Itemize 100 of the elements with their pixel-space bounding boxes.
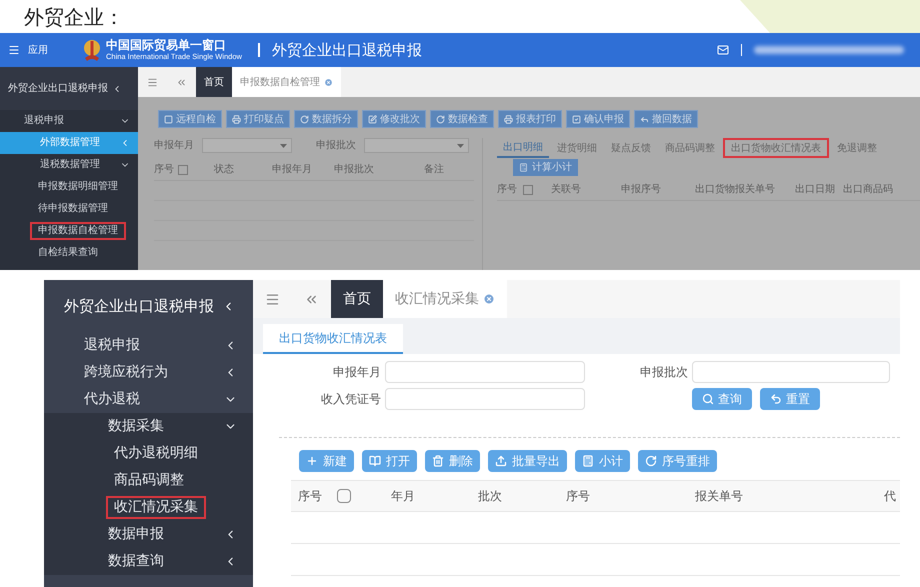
refresh-icon bbox=[300, 114, 309, 124]
dropdown-caret-icon bbox=[457, 144, 464, 148]
toolbar-button[interactable]: 修改批次 bbox=[362, 110, 426, 128]
sidebar-item[interactable]: 商品码调整 bbox=[44, 467, 253, 494]
calculator-icon bbox=[519, 163, 528, 172]
toolbar-button[interactable]: 打开 bbox=[362, 450, 417, 472]
tab[interactable]: 进货明细 bbox=[551, 138, 603, 158]
select-field[interactable] bbox=[364, 138, 469, 153]
close-icon[interactable] bbox=[324, 78, 333, 86]
book-icon bbox=[369, 455, 381, 467]
column-header: 申报批次 bbox=[334, 162, 375, 177]
column-header: 状态 bbox=[214, 162, 235, 177]
sidebar-item[interactable]: 退税数据管理 bbox=[0, 154, 138, 176]
toolbar-button[interactable]: 批量导出 bbox=[488, 450, 567, 472]
toolbar-button[interactable]: 报表打印 bbox=[498, 110, 562, 128]
action-button[interactable]: 查询 bbox=[692, 388, 752, 410]
sidebar-item[interactable]: 退税申报 bbox=[44, 332, 253, 359]
column-header: 序号 bbox=[154, 162, 175, 177]
plus-icon bbox=[306, 455, 318, 467]
sidebar-item[interactable]: 申报数据明细管理 bbox=[0, 176, 138, 198]
sidebar-item[interactable]: 收汇情况采集 bbox=[44, 494, 253, 521]
toolbar-button[interactable]: 撤回数据 bbox=[634, 110, 698, 128]
column-header: 申报年月 bbox=[272, 162, 313, 177]
tab[interactable]: 首页 bbox=[196, 67, 232, 97]
calculator-icon bbox=[582, 455, 594, 467]
tab[interactable]: 商品码调整 bbox=[659, 138, 721, 158]
undo-arrow-icon bbox=[770, 393, 782, 405]
refresh-icon bbox=[645, 455, 657, 467]
sidebar-title: 外贸企业出口退税申报 bbox=[64, 296, 214, 317]
dropdown-caret-icon bbox=[280, 144, 287, 148]
filter-label: 申报年月 bbox=[154, 138, 194, 153]
column-header: 出口货物报关单号 bbox=[695, 182, 776, 197]
printer-icon bbox=[232, 114, 241, 124]
checkbox[interactable] bbox=[178, 164, 188, 174]
field-label: 申报批次 bbox=[639, 364, 689, 381]
close-icon[interactable] bbox=[483, 293, 495, 305]
column-header: 出口日期 bbox=[795, 182, 836, 197]
column-header: 序号 bbox=[566, 488, 591, 505]
toolbar-button[interactable]: 打印疑点 bbox=[226, 110, 290, 128]
sidebar-item[interactable]: 待申报数据管理 bbox=[0, 198, 138, 220]
checkbox[interactable] bbox=[523, 184, 533, 194]
checkbox[interactable] bbox=[337, 489, 351, 503]
sidebar-item[interactable]: 外部数据管理 bbox=[0, 132, 138, 154]
column-header: 报关单号 bbox=[695, 488, 744, 505]
toolbar-button[interactable]: 数据拆分 bbox=[294, 110, 358, 128]
subtotal-button[interactable]: 计算小计 bbox=[513, 159, 578, 176]
sidebar-item[interactable]: 代办退税 bbox=[44, 386, 253, 413]
search-icon bbox=[702, 393, 714, 405]
sidebar-item[interactable]: 跨境应税行为 bbox=[44, 359, 253, 386]
column-header: 代 bbox=[884, 488, 896, 505]
input-field[interactable] bbox=[385, 361, 585, 383]
toolbar-button[interactable]: 新建 bbox=[299, 450, 354, 472]
toolbar-button[interactable]: 确认申报 bbox=[566, 110, 630, 128]
filter-label: 申报批次 bbox=[316, 138, 356, 153]
select-field[interactable] bbox=[202, 138, 292, 153]
tab[interactable]: 疑点反馈 bbox=[605, 138, 657, 158]
upload-icon bbox=[495, 455, 507, 467]
trash-icon bbox=[432, 455, 444, 467]
sidebar-item[interactable]: 数据申报 bbox=[44, 521, 253, 548]
printer-icon bbox=[504, 114, 513, 124]
sidebar-item[interactable]: 自检结果查询 bbox=[0, 242, 138, 264]
sidebar-item[interactable]: 数据采集 bbox=[44, 413, 253, 440]
column-header: 批次 bbox=[478, 488, 503, 505]
toolbar-button[interactable]: 序号重排 bbox=[638, 450, 717, 472]
tab[interactable]: 收汇情况采集 bbox=[383, 280, 507, 318]
emblem-logo-icon bbox=[82, 38, 102, 62]
tab[interactable]: 免退调整 bbox=[831, 138, 883, 158]
sidebar-item[interactable]: 数据查询 bbox=[44, 548, 253, 575]
column-header: 关联号 bbox=[551, 182, 582, 197]
column-header: 序号 bbox=[297, 488, 323, 505]
sidebar-title: 外贸企业出口退税申报 bbox=[8, 82, 108, 96]
column-header: 序号 bbox=[497, 182, 518, 197]
edit-icon bbox=[368, 114, 377, 124]
input-field[interactable] bbox=[692, 361, 890, 383]
toolbar-button[interactable]: 删除 bbox=[425, 450, 480, 472]
input-field[interactable] bbox=[385, 388, 585, 410]
tab[interactable]: 首页 bbox=[331, 280, 383, 318]
square-icon bbox=[164, 114, 173, 124]
menu-button[interactable]: 应用 bbox=[8, 42, 48, 58]
tab[interactable]: 出口货物收汇情况表 bbox=[723, 138, 829, 158]
tab[interactable]: 出口货物收汇情况表 bbox=[263, 324, 403, 354]
toolbar-button[interactable]: 数据检查 bbox=[430, 110, 494, 128]
slide-title: 外贸企业： bbox=[24, 4, 124, 30]
column-header: 出口商品码 bbox=[843, 182, 894, 197]
checkbox-icon bbox=[572, 114, 581, 124]
column-header: 年月 bbox=[391, 488, 416, 505]
toolbar-button[interactable]: 远程自检 bbox=[158, 110, 222, 128]
field-label: 收入凭证号 bbox=[320, 391, 382, 408]
sidebar-item[interactable]: 代办退税明细 bbox=[44, 440, 253, 467]
toolbar-button[interactable]: 小计 bbox=[575, 450, 630, 472]
column-header: 申报序号 bbox=[621, 182, 662, 197]
mail-icon[interactable] bbox=[717, 44, 729, 56]
reply-arrow-icon bbox=[640, 114, 649, 124]
sidebar-item[interactable]: 退税申报 bbox=[0, 110, 138, 132]
menu-icon bbox=[8, 44, 20, 56]
refresh-icon bbox=[436, 114, 445, 124]
action-button[interactable]: 重置 bbox=[760, 388, 820, 410]
column-header: 备注 bbox=[424, 162, 445, 177]
tab[interactable]: 申报数据自检管理 bbox=[232, 67, 341, 97]
logo-title: 中国国际贸易单一窗口 bbox=[106, 39, 227, 52]
